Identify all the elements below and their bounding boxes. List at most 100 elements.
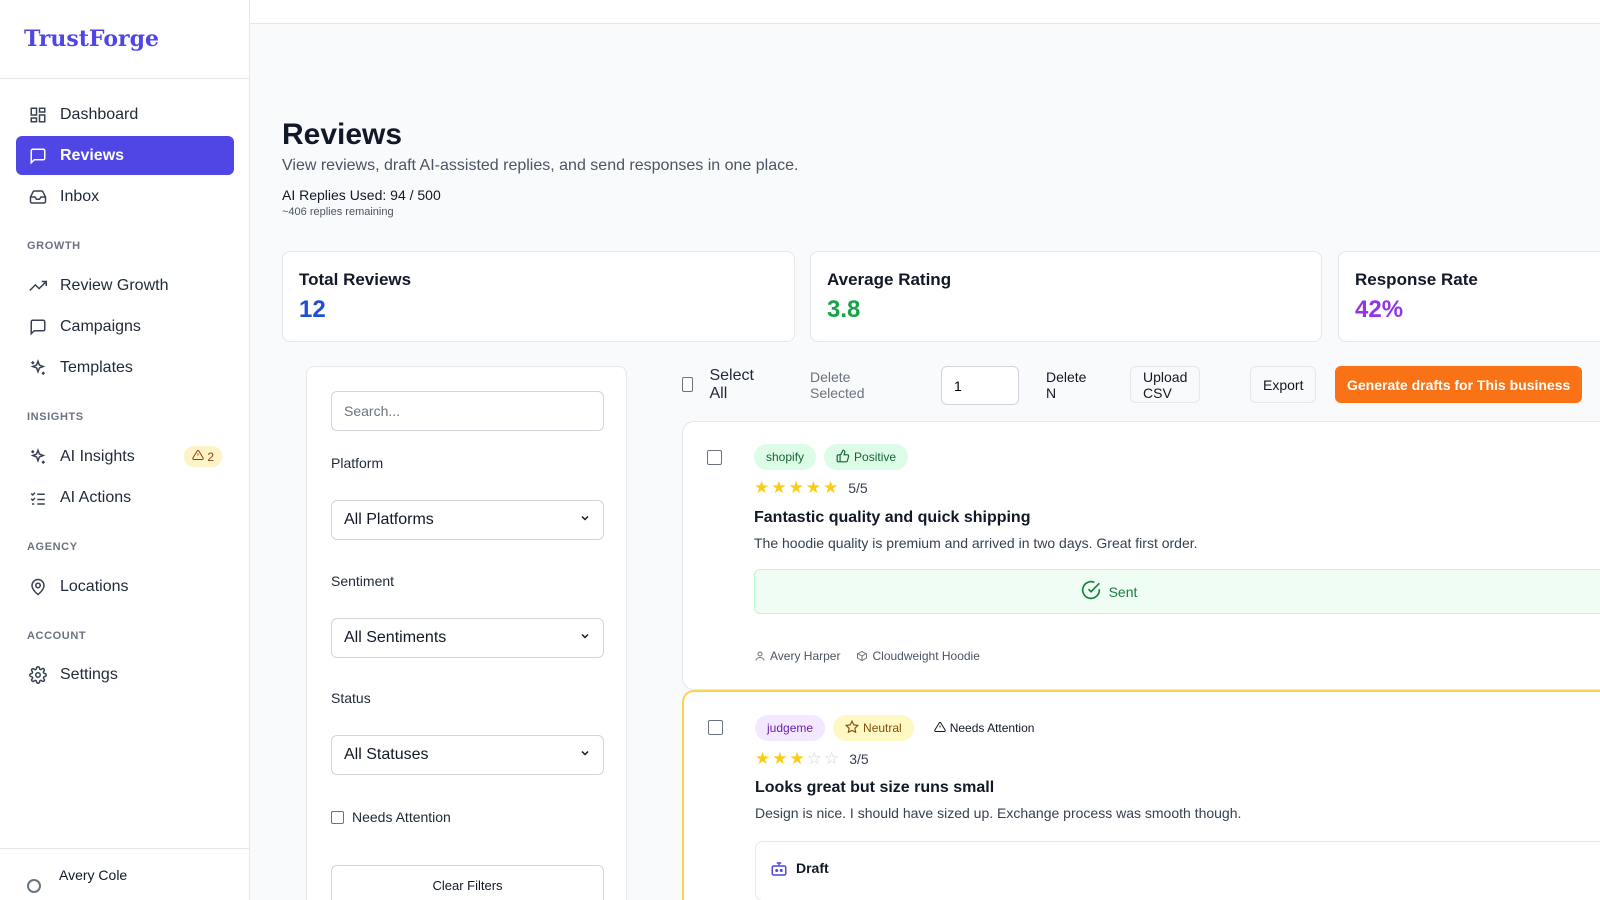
platform-tag: judgeme [755, 715, 826, 741]
rating-stars: ★ ★ ★ ★ ★ 5/5 [754, 479, 868, 496]
delete-count-input[interactable] [941, 366, 1019, 405]
inbox-icon [28, 187, 48, 207]
delete-n-button[interactable]: Delete N [1046, 366, 1086, 403]
draft-label: Draft [796, 860, 829, 876]
review-title: Looks great but size runs small [755, 779, 995, 796]
star-icon: ★ [823, 478, 839, 497]
sparkles-icon [28, 358, 48, 378]
list-checks-icon [28, 488, 48, 508]
status-select[interactable]: All Statuses [331, 735, 604, 775]
platform-select[interactable]: All Platforms [331, 500, 604, 540]
status-label: Status [331, 690, 371, 706]
sidebar-item-settings[interactable]: Settings [16, 655, 234, 694]
sidebar-item-templates[interactable]: Templates [16, 348, 234, 387]
platform-tag: shopify [754, 444, 817, 470]
star-icon: ★ [755, 749, 771, 768]
delete-selected-button[interactable]: Delete Selected [810, 366, 864, 403]
upload-csv-button[interactable]: Upload CSV [1130, 366, 1201, 403]
sentiment-label: Sentiment [331, 573, 395, 589]
generate-drafts-button[interactable]: Generate drafts for This business [1335, 366, 1583, 403]
insights-badge: 2 [184, 446, 222, 467]
review-checkbox[interactable] [708, 720, 723, 735]
message-square-icon [28, 146, 48, 166]
avatar [27, 879, 41, 893]
select-all-checkbox[interactable] [682, 377, 694, 392]
review-body: Design is nice. I should have sized up. … [755, 805, 1242, 821]
sidebar-item-inbox[interactable]: Inbox [16, 177, 234, 216]
sparkles-icon [28, 447, 48, 467]
section-label-agency: AGENCY [27, 541, 78, 553]
brand-logo[interactable]: TrustForge [0, 0, 249, 79]
section-label-account: ACCOUNT [27, 630, 87, 642]
page-subtitle: View reviews, draft AI-assisted replies,… [282, 157, 799, 174]
section-label-growth: GROWTH [27, 240, 81, 252]
sidebar-item-review-growth[interactable]: Review Growth [16, 266, 234, 305]
review-checkbox[interactable] [707, 450, 722, 465]
sentiment-label: Positive [854, 450, 897, 464]
section-label-insights: INSIGHTS [27, 411, 84, 423]
review-title: Fantastic quality and quick shipping [754, 509, 1031, 526]
stat-card-total-reviews: Total Reviews 12 [282, 251, 795, 342]
star-icon: ★ [788, 478, 804, 497]
select-all[interactable]: Select All [682, 366, 757, 403]
user-name: Avery Cole [59, 867, 128, 883]
status-value: All Statuses [344, 746, 429, 763]
sentiment-select[interactable]: All Sentiments [331, 618, 604, 658]
star-empty-icon: ☆ [806, 749, 822, 768]
review-body: The hoodie quality is premium and arrive… [754, 535, 1198, 551]
sidebar: TrustForge Dashboard Reviews Inbox GROWT… [0, 0, 250, 900]
user-icon [755, 651, 765, 661]
export-button[interactable]: Export [1250, 366, 1317, 403]
stat-value: 42% [1355, 296, 1404, 323]
sidebar-item-campaigns[interactable]: Campaigns [16, 307, 234, 346]
check-circle-icon [1081, 580, 1101, 603]
top-bar [250, 0, 1600, 24]
review-product: Cloudweight Hoodie [856, 649, 980, 663]
gear-icon [28, 665, 48, 685]
review-card: judgeme Neutral Needs Attention ★ ★ ★ ☆ … [682, 690, 1600, 900]
search-input[interactable] [331, 391, 604, 431]
sidebar-item-ai-actions[interactable]: AI Actions [16, 478, 234, 517]
review-meta: Avery Harper Cloudweight Hoodie [754, 649, 980, 663]
clear-filters-button[interactable]: Clear Filters [331, 865, 604, 900]
star-icon: ★ [754, 478, 770, 497]
rating-text: 5/5 [848, 479, 868, 496]
dashboard-icon [28, 105, 48, 125]
draft-reply[interactable]: Draft [755, 841, 1600, 900]
sidebar-item-reviews[interactable]: Reviews [16, 136, 234, 175]
stat-value: 12 [299, 296, 326, 323]
sidebar-item-label: Reviews [60, 146, 125, 164]
sentiment-label: Neutral [863, 721, 902, 735]
attention-label: Needs Attention [949, 721, 1035, 735]
sidebar-item-locations[interactable]: Locations [16, 567, 234, 606]
chevron-down-icon [579, 629, 591, 647]
review-card: shopify Positive ★ ★ ★ ★ ★ 5/5 Fantastic… [682, 421, 1600, 690]
sidebar-item-label: Settings [60, 665, 118, 683]
sidebar-item-label: Templates [60, 358, 133, 376]
sidebar-item-ai-insights[interactable]: AI Insights 2 [16, 437, 234, 476]
badge-count: 2 [207, 449, 214, 464]
needs-attention-tag: Needs Attention [922, 715, 1047, 741]
stat-label: Total Reviews [299, 270, 412, 289]
sentiment-tag: Positive [824, 444, 909, 470]
sentiment-tag: Neutral [833, 715, 914, 741]
sidebar-item-label: Campaigns [60, 317, 141, 335]
ai-remaining: ~406 replies remaining [282, 206, 394, 218]
needs-attention-checkbox[interactable] [331, 810, 344, 824]
sidebar-item-dashboard[interactable]: Dashboard [16, 95, 234, 134]
review-tags: shopify Positive [754, 444, 909, 470]
needs-attention-label: Needs Attention [352, 809, 451, 825]
sidebar-item-label: Dashboard [60, 105, 139, 123]
user-profile[interactable]: Avery Cole [0, 848, 250, 900]
message-square-icon [28, 317, 48, 337]
rating-text: 3/5 [849, 750, 869, 767]
sidebar-item-label: AI Actions [60, 488, 132, 506]
star-outline-icon [844, 719, 860, 737]
chevron-down-icon [579, 511, 591, 529]
sent-label: Sent [1108, 583, 1138, 600]
stat-card-response-rate: Response Rate 42% [1338, 251, 1600, 342]
rating-stars: ★ ★ ★ ☆ ☆ 3/5 [755, 750, 869, 767]
select-all-label: Select All [709, 366, 754, 402]
star-empty-icon: ☆ [824, 749, 840, 768]
needs-attention-filter[interactable]: Needs Attention [331, 809, 451, 825]
